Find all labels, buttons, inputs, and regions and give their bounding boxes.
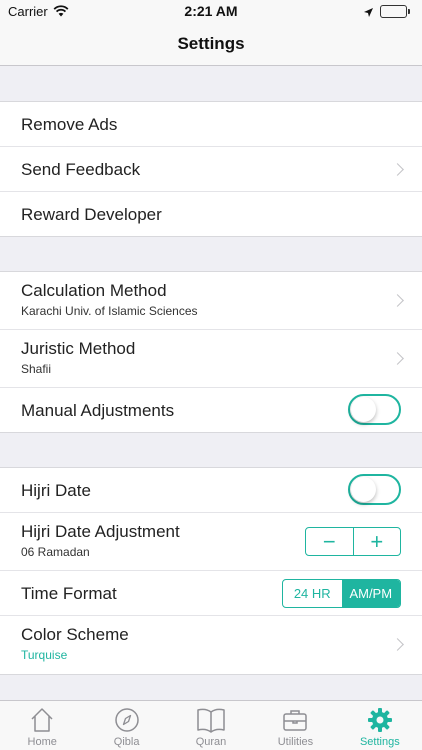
tab-utilities[interactable]: Utilities	[253, 701, 337, 750]
time-format-segmented-control: 24 HR AM/PM	[282, 579, 401, 608]
manual-adjustments-toggle[interactable]	[348, 394, 401, 425]
tab-label: Quran	[195, 736, 227, 748]
book-icon	[196, 706, 226, 734]
send-feedback-label: Send Feedback	[21, 160, 141, 179]
chevron-right-icon	[391, 163, 404, 176]
tab-home[interactable]: Home	[0, 701, 84, 750]
tab-label: Qibla	[113, 736, 140, 748]
tab-label: Utilities	[277, 736, 314, 748]
hijri-date-label: Hijri Date	[21, 481, 91, 500]
tab-settings[interactable]: Settings	[338, 701, 422, 750]
status-bar: Carrier 2:21 AM	[0, 0, 422, 24]
display-section: Hijri Date Hijri Date Adjustment 06 Rama…	[0, 467, 422, 675]
toggle-knob	[351, 397, 376, 422]
chevron-right-icon	[391, 294, 404, 307]
hijri-date-adjustment-value: 06 Ramadan	[21, 545, 90, 559]
color-scheme-value: Turquise	[21, 648, 68, 662]
calculation-method-value: Karachi Univ. of Islamic Sciences	[21, 304, 198, 318]
hijri-date-adjustment-row: Hijri Date Adjustment 06 Ramadan − +	[0, 513, 422, 571]
compass-icon	[113, 706, 141, 734]
hijri-date-toggle[interactable]	[348, 474, 401, 505]
remove-ads-label: Remove Ads	[21, 115, 118, 134]
clock: 2:21 AM	[184, 3, 238, 19]
increment-button[interactable]: +	[352, 528, 401, 555]
gear-icon	[366, 706, 394, 734]
prayer-calculation-section: Calculation Method Karachi Univ. of Isla…	[0, 271, 422, 433]
time-format-24hr-option[interactable]: 24 HR	[283, 580, 342, 607]
tab-bar: Home Qibla Quran Utilities Settings	[0, 700, 422, 750]
remove-ads-row[interactable]: Remove Ads	[0, 102, 422, 147]
chevron-right-icon	[391, 352, 404, 365]
color-scheme-row[interactable]: Color Scheme Turquise	[0, 616, 422, 674]
calculation-method-label: Calculation Method	[21, 281, 167, 300]
color-scheme-label: Color Scheme	[21, 625, 129, 644]
manual-adjustments-row: Manual Adjustments	[0, 388, 422, 432]
battery-icon	[380, 5, 410, 18]
juristic-method-value: Shafii	[21, 362, 52, 376]
briefcase-icon	[281, 706, 309, 734]
general-section: Remove Ads Send Feedback Reward Develope…	[0, 101, 422, 237]
hijri-date-row: Hijri Date	[0, 468, 422, 513]
tab-label: Settings	[359, 736, 400, 748]
home-icon	[28, 706, 56, 734]
decrement-button[interactable]: −	[306, 528, 353, 555]
juristic-method-row[interactable]: Juristic Method Shafii	[0, 330, 422, 388]
toggle-knob	[351, 477, 376, 502]
hijri-date-adjustment-label: Hijri Date Adjustment	[21, 522, 180, 541]
manual-adjustments-label: Manual Adjustments	[21, 401, 175, 420]
calculation-method-row[interactable]: Calculation Method Karachi Univ. of Isla…	[0, 272, 422, 330]
juristic-method-label: Juristic Method	[21, 339, 136, 358]
time-format-row: Time Format 24 HR AM/PM	[0, 571, 422, 616]
tab-quran[interactable]: Quran	[169, 701, 253, 750]
page-title: Settings	[177, 34, 245, 53]
tab-label: Home	[27, 736, 57, 748]
reward-developer-row[interactable]: Reward Developer	[0, 192, 422, 236]
tab-qibla[interactable]: Qibla	[84, 701, 168, 750]
chevron-right-icon	[391, 638, 404, 651]
hijri-adjustment-stepper: − +	[305, 527, 401, 556]
location-arrow-icon	[363, 5, 374, 23]
reward-developer-label: Reward Developer	[21, 205, 162, 224]
navigation-bar: Settings	[0, 24, 422, 66]
time-format-label: Time Format	[21, 584, 117, 603]
send-feedback-row[interactable]: Send Feedback	[0, 147, 422, 192]
time-format-ampm-option[interactable]: AM/PM	[341, 580, 400, 607]
